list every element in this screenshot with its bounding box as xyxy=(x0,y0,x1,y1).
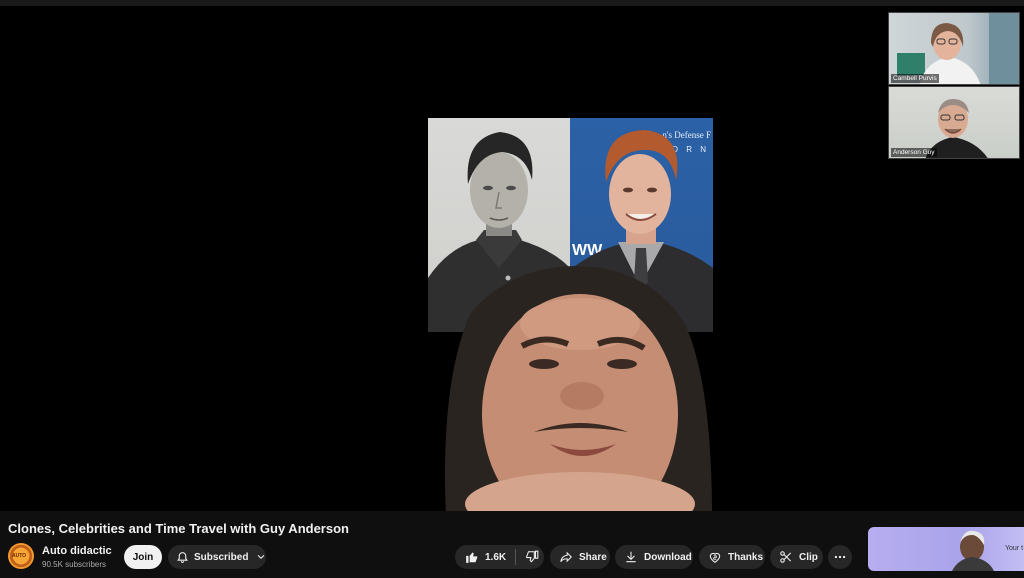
channel-name[interactable]: Auto didactic xyxy=(42,545,112,557)
channel-avatar[interactable]: AUTO xyxy=(8,543,34,569)
thanks-heart-icon xyxy=(709,552,721,563)
share-label: Share xyxy=(579,551,607,563)
video-player[interactable]: n's Defense F O R N WW Cambell Purvis An… xyxy=(0,6,1024,511)
download-label: Download xyxy=(644,551,692,563)
thumbs-up-icon[interactable] xyxy=(465,550,479,564)
participant-name: Anderson Guy xyxy=(891,148,937,157)
participant-tile-cambell[interactable]: Cambell Purvis xyxy=(888,12,1020,85)
participant-name: Cambell Purvis xyxy=(891,74,939,83)
scissors-icon xyxy=(780,551,792,563)
subscribed-label: Subscribed xyxy=(194,551,249,563)
like-count: 1.6K xyxy=(485,551,507,563)
join-button[interactable]: Join xyxy=(124,545,162,569)
ad-text: Your t xyxy=(1005,545,1024,552)
download-button[interactable]: Download xyxy=(615,545,693,569)
sidebar-ad-thumbnail[interactable]: Your t xyxy=(868,527,1024,571)
thumbs-down-icon[interactable] xyxy=(525,550,539,564)
participant-tile-anderson[interactable]: Anderson Guy xyxy=(888,86,1020,159)
like-dislike-group[interactable]: 1.6K xyxy=(455,545,544,569)
bell-icon xyxy=(177,551,188,563)
share-icon xyxy=(560,551,572,563)
more-horizontal-icon xyxy=(834,555,846,559)
clip-label: Clip xyxy=(799,551,818,563)
thanks-button[interactable]: Thanks xyxy=(699,545,765,569)
clip-button[interactable]: Clip xyxy=(770,545,823,569)
channel-logo-icon: AUTO xyxy=(12,553,27,559)
thanks-label: Thanks xyxy=(728,551,764,563)
chevron-down-icon xyxy=(258,554,265,559)
share-button[interactable]: Share xyxy=(550,545,610,569)
subscribed-button[interactable]: Subscribed xyxy=(168,545,266,569)
more-actions-button[interactable] xyxy=(828,545,852,569)
download-icon xyxy=(626,551,636,563)
like-divider xyxy=(515,549,517,565)
presenter-webcam xyxy=(440,264,715,511)
video-title: Clones, Celebrities and Time Travel with… xyxy=(8,521,349,536)
subscriber-count: 90.5K subscribers xyxy=(42,560,107,569)
